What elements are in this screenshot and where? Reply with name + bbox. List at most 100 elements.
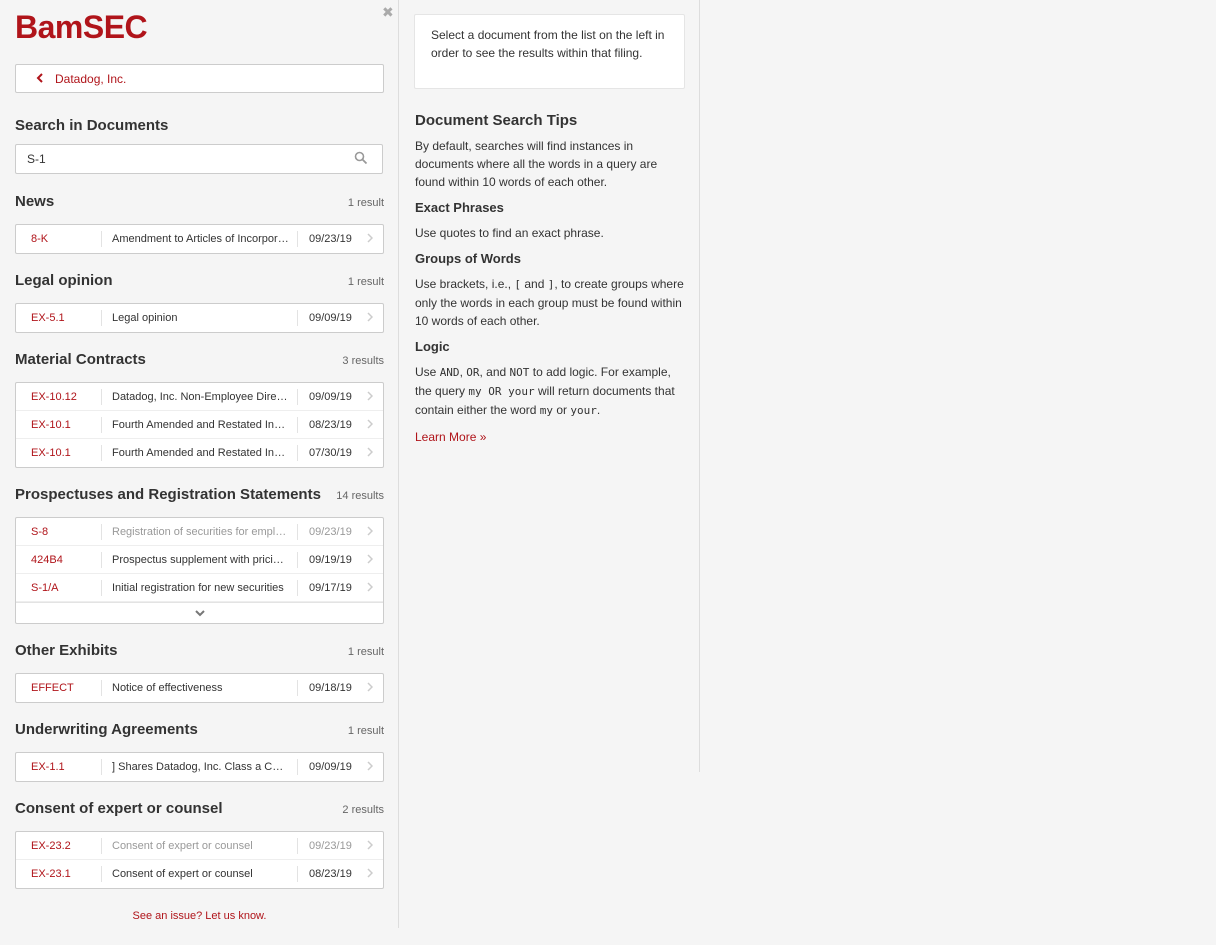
result-row[interactable]: EX-23.2 Consent of expert or counsel 09/23… [16,832,383,860]
result-list: EFFECT Notice of effectiveness 09/18/19 [15,673,384,703]
chevron-down-icon [194,609,205,616]
sidebar: BamSEC ✖ Datadog, Inc. Search in Documen… [0,0,399,928]
doc-date: 09/23/19 [309,839,352,852]
doc-description: ] Shares Datadog, Inc. Class a Common St… [102,759,298,775]
doc-description: Fourth Amended and Restated Investors' R… [102,445,298,461]
chevron-right-icon [367,681,374,695]
section-title: News [15,193,55,210]
search-input[interactable] [27,152,347,166]
section-count: 2 results [342,804,384,816]
doc-type: EX-10.12 [16,388,102,405]
section-count: 3 results [342,355,384,367]
doc-description: Legal opinion [102,310,298,326]
doc-date: 07/30/19 [309,447,352,459]
section-header: News 1 result [15,193,384,217]
doc-date: 08/23/19 [309,868,352,880]
doc-date: 09/19/19 [309,553,352,566]
doc-type: EX-5.1 [16,310,102,326]
exact-text: Use quotes to find an exact phrase. [415,226,604,240]
section-title: Material Contracts [15,351,146,368]
search-icon[interactable] [354,151,368,168]
main-panel: Select a document from the list on the l… [400,0,700,772]
result-row[interactable]: EFFECT Notice of effectiveness 09/18/19 [16,674,383,702]
result-list: EX-1.1] Shares Datadog, Inc. Class a Com… [15,752,384,782]
section: Consent of expert or counsel 2 results EX-… [15,800,384,889]
search-title: Search in Documents [15,117,169,134]
result-row[interactable]: EX-23.1 Consent of expert or counsel 08/23… [16,860,383,888]
section-header: Other Exhibits 1 result [15,642,384,666]
result-row[interactable]: EX-10.12 Datadog, Inc. Non-Employee Direc… [16,383,383,411]
doc-date: 09/09/19 [309,390,352,403]
section-title: Consent of expert or counsel [15,800,223,817]
close-icon[interactable]: ✖ [382,4,394,21]
doc-date: 09/18/19 [309,682,352,694]
section: Other Exhibits 1 result EFFECT Notice of ef… [15,642,384,703]
doc-type: S-1/A [16,579,102,596]
company-back-button[interactable]: Datadog, Inc. [15,64,384,93]
doc-description: Amendment to Articles of Incorporation [102,231,298,247]
chevron-right-icon [367,446,374,460]
section-count: 1 result [347,276,384,288]
result-row[interactable]: S-8 Registration of securities for employ… [16,518,383,546]
chevron-right-icon [367,839,374,853]
section-title: Underwriting Agreements [15,721,198,738]
chevron-right-icon [367,525,374,539]
result-row[interactable]: S-1/A Initial registration for new securi… [16,574,383,602]
doc-type: EFFECT [16,680,102,696]
bamsec-logo[interactable]: BamSEC [15,9,148,46]
doc-description: Fourth Amended and Restated Investors' R… [102,416,298,433]
chevron-right-icon [367,418,374,432]
chevron-right-icon [367,553,374,567]
groups-title: Groups of Words [415,251,521,266]
result-list: S-8 Registration of securities for employ… [15,517,384,624]
exact-title: Exact Phrases [415,200,504,215]
doc-date: 09/23/19 [309,233,352,245]
doc-description: Datadog, Inc. Non-Employee Director Comp… [102,388,298,405]
company-name: Datadog, Inc. [55,71,127,86]
doc-date: 09/09/19 [309,312,352,324]
doc-date: 08/23/19 [309,418,352,431]
section: Material Contracts 3 results EX-10.12 Datad… [15,351,384,468]
section-header: Consent of expert or counsel 2 results [15,800,384,824]
info-card: Select a document from the list on the l… [414,14,685,89]
result-row[interactable]: EX-10.1 Fourth Amended and Restated Inves… [16,411,383,439]
chevron-right-icon [367,390,374,404]
section: Underwriting Agreements 1 result EX-1.1] S… [15,721,384,782]
chevron-right-icon [367,581,374,595]
section-count: 1 result [347,646,384,658]
doc-type: EX-10.1 [16,445,102,461]
result-list: 8-K Amendment to Articles of Incorporatio… [15,224,384,254]
doc-date: 09/17/19 [309,581,352,594]
section-title: Legal opinion [15,272,113,289]
chevron-right-icon [367,760,374,774]
doc-description: Consent of expert or counsel [102,866,298,882]
tips-title: Document Search Tips [415,112,578,129]
result-list: EX-10.12 Datadog, Inc. Non-Employee Direc… [15,382,384,468]
section-title: Prospectuses and Registration Statements [15,486,321,503]
section-count: 1 result [347,197,384,209]
doc-type: EX-23.2 [16,837,102,854]
result-row[interactable]: EX-1.1] Shares Datadog, Inc. Class a Com… [16,753,383,781]
chevron-right-icon [367,311,374,325]
report-issue-link[interactable]: See an issue? Let us know. [0,910,399,922]
chevron-right-icon [367,867,374,881]
expand-more-button[interactable] [16,602,383,623]
section-header: Underwriting Agreements 1 result [15,721,384,745]
result-row[interactable]: EX-5.1 Legal opinion 09/09/19 [16,304,383,332]
result-row[interactable]: EX-10.1 Fourth Amended and Restated Inves… [16,439,383,467]
section-header: Material Contracts 3 results [15,351,384,375]
section: Legal opinion 1 result EX-5.1 Legal opinion… [15,272,384,333]
search-tips: Document Search Tips By default, searche… [415,112,685,446]
result-row[interactable]: 424B4 Prospectus supplement with pricing … [16,546,383,574]
logic-text: Use AND, OR, and NOT to add logic. For e… [415,365,675,417]
section-header: Legal opinion 1 result [15,272,384,296]
doc-type: 424B4 [16,551,102,568]
learn-more-link[interactable]: Learn More » [415,428,685,446]
section-count: 1 result [347,725,384,737]
result-row[interactable]: 8-K Amendment to Articles of Incorporatio… [16,225,383,253]
doc-type: EX-23.1 [16,866,102,882]
doc-type: EX-10.1 [16,416,102,433]
doc-description: Initial registration for new securities [102,579,298,596]
chevron-right-icon [367,232,374,246]
search-box[interactable] [15,144,383,174]
